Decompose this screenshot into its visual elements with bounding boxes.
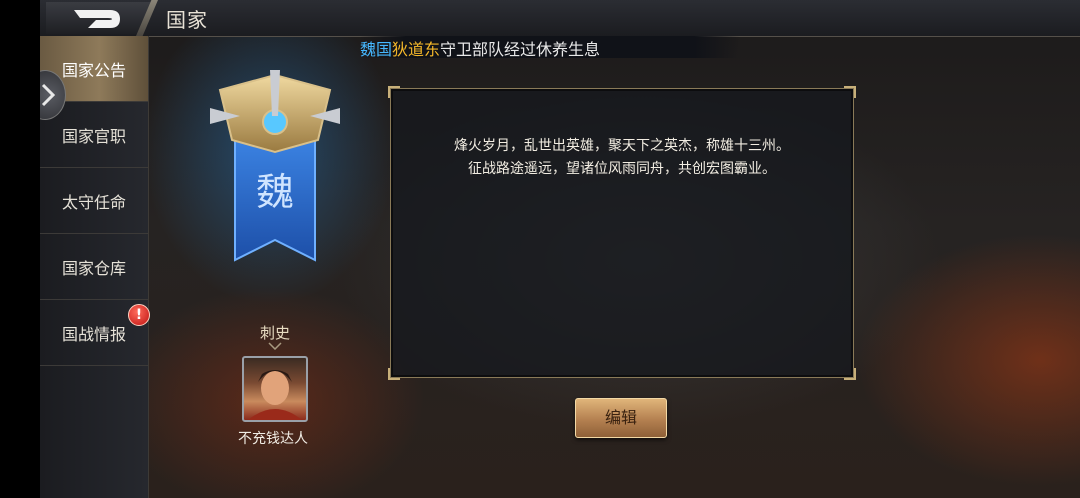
sidebar-item-label: 国战情报	[61, 324, 126, 344]
sidebar-item-label: 国家仓库	[61, 258, 126, 278]
sidebar-item-label: 国家官职	[61, 126, 126, 146]
notice-line: 烽火岁月，乱世出英雄，聚天下之英杰，称雄十三州。	[454, 138, 790, 154]
notice-text: 烽火岁月，乱世出英雄，聚天下之英杰，称雄十三州。 征战路途遥远，望诸位风雨同舟，…	[391, 135, 853, 181]
chevron-right-icon	[41, 83, 55, 107]
ticker-message: 守卫部队经过休养生息	[440, 40, 601, 58]
sidebar-item-governor[interactable]: 太守任命	[40, 168, 148, 234]
page-title: 国家	[166, 8, 208, 32]
panel-corner	[388, 368, 400, 380]
avatar-portrait-icon	[248, 370, 302, 420]
top-bar: 国家	[40, 0, 1080, 37]
official-name: 不充钱达人	[238, 431, 308, 447]
panel-corner	[844, 368, 856, 380]
chevron-down-icon	[268, 342, 282, 350]
announcement-ticker: 魏国狄道东守卫部队经过休养生息	[360, 36, 740, 58]
wei-banner-icon: 魏	[210, 70, 340, 262]
panel-corner	[844, 86, 856, 98]
avatar[interactable]	[242, 356, 308, 422]
banner-character: 魏	[256, 170, 294, 214]
back-arrow-icon	[74, 10, 120, 28]
sidebar-item-label: 国家公告	[61, 60, 126, 80]
back-button[interactable]	[46, 2, 152, 34]
game-screen: 国家 魏国狄道东守卫部队经过休养生息 国家公告 国家官职 太守任命 国家仓库 国…	[40, 0, 1080, 498]
notice-line: 征战路途遥远，望诸位风雨同舟，共创宏图霸业。	[468, 161, 776, 177]
edit-button[interactable]: 编辑	[575, 398, 667, 438]
ticker-location: 狄道东	[392, 40, 441, 58]
sidebar-item-label: 太守任命	[61, 192, 126, 212]
sidebar-item-warehouse[interactable]: 国家仓库	[40, 234, 148, 300]
official-rank: 刺史	[259, 324, 290, 342]
ticker-country: 魏国	[360, 40, 393, 58]
panel-corner	[388, 86, 400, 98]
alert-badge: !	[128, 304, 150, 326]
notice-panel: 烽火岁月，乱世出英雄，聚天下之英杰，称雄十三州。 征战路途遥远，望诸位风雨同舟，…	[388, 86, 856, 380]
